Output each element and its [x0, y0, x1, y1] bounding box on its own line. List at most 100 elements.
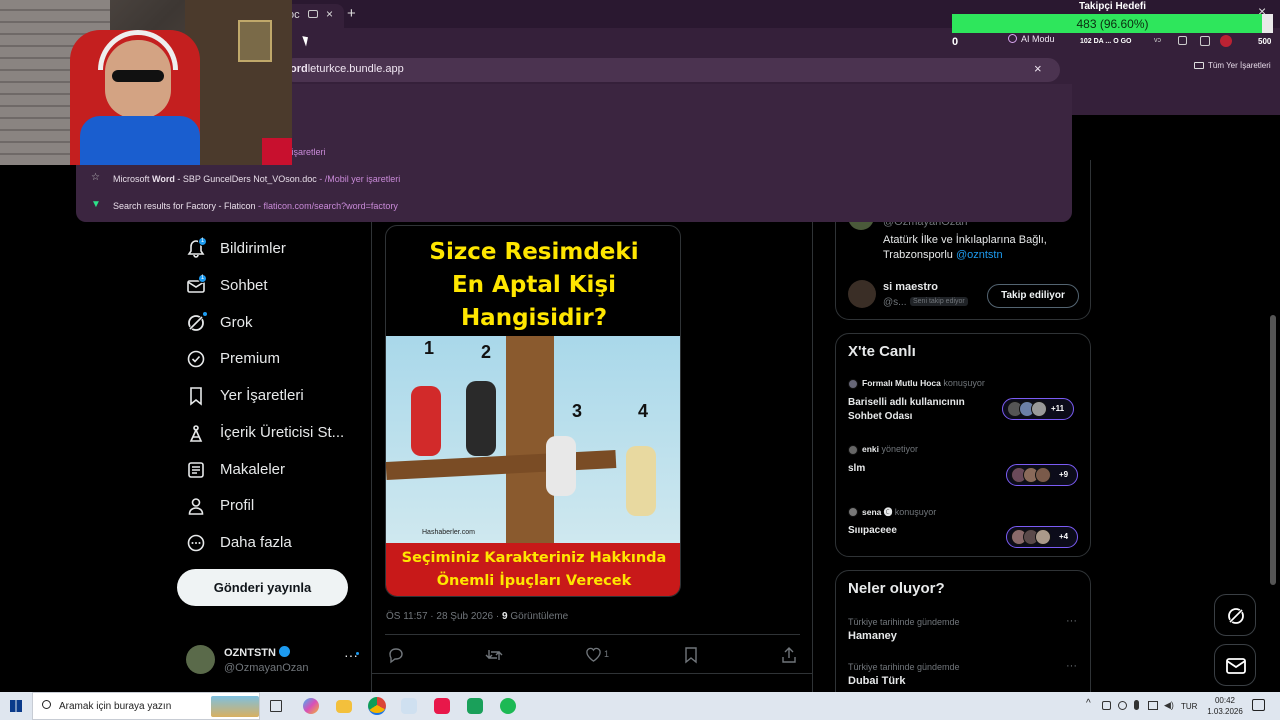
app-green-icon[interactable] — [467, 698, 483, 714]
webcam-overlay — [0, 0, 292, 165]
follower-goal: Takipçi Hedefi 483 (96.60%) 0 500 102 DA… — [952, 0, 1273, 48]
space-item[interactable]: sena 🅒 konuşuyor Sıııpaceee +4 — [836, 504, 1092, 554]
space-title: slm — [848, 463, 866, 474]
live-title: X'te Canlı — [848, 343, 916, 360]
goal-bar-track: 483 (96.60%) — [952, 14, 1273, 33]
extension-icon[interactable]: vɔ — [1154, 37, 1161, 44]
app-icon[interactable] — [401, 698, 417, 714]
repost-icon[interactable] — [485, 646, 503, 664]
sidebar-item-label: İçerik Üreticisi St... — [220, 424, 345, 441]
task-view-icon[interactable] — [270, 700, 282, 712]
creator-icon — [189, 425, 203, 442]
new-tab-icon[interactable]: + — [347, 5, 356, 22]
heart-icon — [586, 647, 601, 662]
follower-avatar — [848, 280, 876, 308]
windows-start-icon[interactable] — [10, 700, 22, 712]
address-bar[interactable]: ordleturkce.bundle.app × — [282, 58, 1060, 82]
shirt — [80, 116, 200, 165]
listener-count: +9 — [1059, 470, 1069, 479]
search-placeholder: Aramak için buraya yazın — [59, 701, 172, 712]
follower-name: si maestro — [883, 281, 939, 293]
sidebar-item-label: Yer İşaretleri — [220, 387, 304, 404]
trend-item[interactable]: Türkiye tarihinde gündemde Dubai Türk ··… — [836, 660, 1092, 696]
image-illustration: 1 2 3 4 Hashaberler.com — [386, 336, 680, 543]
search-icon — [42, 700, 51, 709]
sidebar-item-label: Makaleler — [220, 461, 286, 478]
image-number: 3 — [572, 401, 583, 421]
sunglasses — [112, 70, 164, 82]
copilot-icon[interactable] — [303, 698, 319, 714]
avatar — [186, 645, 215, 674]
post-image[interactable]: Sizce Resimdeki En Aptal Kişi Hangisidir… — [385, 225, 681, 597]
app-red-icon[interactable] — [434, 698, 450, 714]
space-title-2: Sohbet Odası — [848, 411, 913, 422]
share-icon[interactable] — [780, 646, 798, 664]
reply-icon[interactable] — [387, 646, 405, 664]
person-icon — [188, 498, 204, 515]
image-headline-line: En Aptal Kişi — [451, 272, 617, 298]
language-indicator[interactable]: TUR — [1181, 702, 1197, 711]
bookmark-icon — [190, 387, 202, 406]
profile-avatar[interactable] — [1220, 35, 1232, 47]
mention-link[interactable]: @ozntstn — [956, 249, 1003, 261]
host-avatar — [848, 445, 858, 455]
volume-icon[interactable]: ◀) — [1164, 700, 1174, 711]
following-button[interactable]: Takip ediliyor — [987, 284, 1079, 308]
grok-floating-button[interactable] — [1214, 594, 1256, 636]
listener-count: +11 — [1051, 404, 1065, 413]
extension-icon[interactable] — [1178, 36, 1187, 45]
article-icon — [188, 462, 204, 478]
bookmark-icon[interactable] — [682, 646, 700, 664]
trend-name: Hamaney — [848, 630, 897, 642]
clear-address-icon[interactable]: × — [1034, 61, 1042, 76]
host-avatar — [848, 507, 858, 517]
chevron-up-icon[interactable]: ^ — [1086, 698, 1091, 709]
trend-item[interactable]: Türkiye tarihinde gündemde Hamaney ··· — [836, 615, 1092, 651]
search-highlight-image — [211, 696, 259, 717]
tray-icon[interactable] — [1102, 701, 1111, 710]
suggestion-title: Search results for Factory - Flaticon — [113, 201, 256, 211]
notification-center-icon[interactable] — [1252, 699, 1265, 711]
person-3 — [546, 436, 576, 496]
post-button[interactable]: Gönderi yayınla — [177, 569, 348, 606]
trend-more-icon[interactable]: ··· — [1066, 660, 1077, 672]
file-explorer-icon[interactable] — [336, 700, 352, 713]
tab-icon — [308, 10, 318, 18]
suggestion-url: - flaticon.com/search?word=factory — [255, 201, 398, 211]
close-tab-icon[interactable]: × — [326, 7, 333, 21]
trend-more-icon[interactable]: ··· — [1066, 615, 1077, 627]
account-switcher[interactable]: OZNTSTN @OzmayanOzan ··· — [186, 645, 362, 681]
listener-avatar — [1035, 467, 1051, 483]
verified-badge-icon — [187, 350, 205, 368]
sidebar-item-label: Sohbet — [220, 277, 268, 294]
suggestion-title-bold: Word — [152, 174, 175, 184]
trend-context: Türkiye tarihinde gündemde — [848, 662, 960, 672]
space-item[interactable]: Formalı Mutlu Hoca konuşuyor Bariselli a… — [836, 376, 1092, 431]
suggestion-title-rest: - SBP GuncelDers Not_VOson.doc — [174, 174, 317, 184]
chrome-icon[interactable] — [368, 697, 386, 715]
puzzle-icon[interactable] — [1200, 36, 1210, 46]
tray-icon[interactable] — [1118, 701, 1127, 710]
spotify-icon[interactable] — [500, 698, 516, 714]
image-headline-line: Sizce Resimdeki — [429, 239, 639, 265]
space-host-line: Formalı Mutlu Hoca konuşuyor — [862, 378, 985, 388]
ai-mode-button[interactable]: AI Modu — [1008, 34, 1055, 50]
chat-badge: 1 — [198, 274, 207, 283]
frame-art — [238, 20, 272, 62]
clock[interactable]: 00:42 1.03.2026 — [1205, 695, 1245, 717]
post-actions-divider-bottom — [372, 673, 812, 674]
space-title: Bariselli adlı kullanıcının — [848, 397, 965, 408]
messages-floating-button[interactable] — [1214, 644, 1256, 686]
scrollbar[interactable] — [1270, 315, 1276, 585]
suggestion-item[interactable]: ☆ Microsoft Word - SBP GuncelDers Not_VO… — [76, 168, 1072, 190]
microphone-icon[interactable] — [1134, 700, 1139, 710]
address-bold: ord — [290, 63, 308, 75]
suggestion-item[interactable]: ▼ Search results for Factory - Flaticon … — [76, 195, 1072, 217]
space-item[interactable]: enki yönetiyor slm +9 — [836, 442, 1092, 492]
listeners-pill: +11 — [1002, 398, 1074, 420]
like-button[interactable]: 1 — [585, 646, 625, 664]
network-icon[interactable] — [1148, 701, 1158, 710]
taskbar-search[interactable]: Aramak için buraya yazın — [32, 692, 260, 720]
all-bookmarks-link[interactable]: Tüm Yer İşaretleri — [1194, 61, 1271, 70]
notification-badge: 1 — [198, 237, 207, 246]
